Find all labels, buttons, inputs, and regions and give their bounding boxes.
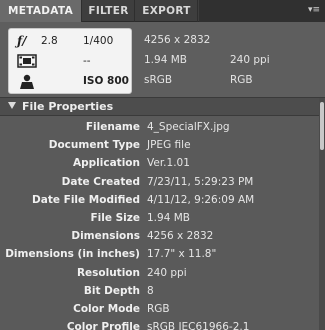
property-label: Resolution — [76, 266, 140, 279]
property-label: Document Type — [48, 139, 140, 152]
summary-color-profile: sRGB — [144, 74, 173, 86]
property-value[interactable]: 4256 x 2832 — [147, 230, 213, 242]
aperture-value: 2.8 — [41, 35, 58, 47]
property-value[interactable]: RGB — [147, 303, 170, 315]
property-value[interactable]: 4_SpecialFX.jpg — [147, 121, 230, 133]
disclosure-triangle-icon[interactable] — [8, 102, 16, 109]
property-row: Date File Modified 4/11/12, 9:26:09 AM — [0, 193, 319, 211]
metadata-summary: ƒ/ 2.8 1/400 -- ISO 800 4256 x 2832 1.94… — [0, 22, 325, 98]
panel-tab-bar: METADATA FILTER EXPORT ▾≡ — [0, 0, 325, 22]
tab-metadata[interactable]: METADATA — [0, 0, 82, 22]
property-row: Color Mode RGB — [0, 302, 319, 320]
exposure-comp-value: -- — [83, 55, 91, 67]
property-label: Dimensions — [71, 230, 140, 243]
panel-menu-icon[interactable]: ▾≡ — [307, 4, 321, 16]
file-properties-list: Filename 4_SpecialFX.jpg Document Type JPEG… — [0, 117, 319, 330]
property-row: Filename 4_SpecialFX.jpg — [0, 120, 319, 138]
summary-resolution: 240 ppi — [230, 54, 270, 66]
camera-data-box: ƒ/ 2.8 1/400 -- ISO 800 — [8, 28, 132, 94]
property-value[interactable]: JPEG file — [147, 139, 191, 151]
property-label: Filename — [85, 121, 140, 133]
summary-file-size: 1.94 MB — [144, 54, 187, 66]
property-row: Date Created 7/23/11, 5:29:23 PM — [0, 175, 319, 193]
file-summary-box: 4256 x 2832 1.94 MB sRGB 240 ppi RGB — [136, 28, 318, 94]
property-label: Bit Depth — [83, 284, 140, 297]
property-row: Application Ver.1.01 — [0, 156, 319, 174]
aperture-icon: ƒ/ — [17, 34, 27, 48]
property-value[interactable]: 240 ppi — [147, 267, 187, 279]
white-balance-icon — [17, 74, 37, 90]
property-row: Resolution 240 ppi — [0, 266, 319, 284]
file-properties-header[interactable]: File Properties — [0, 98, 319, 116]
tab-export[interactable]: EXPORT — [136, 0, 198, 22]
property-value[interactable]: 1.94 MB — [147, 212, 190, 224]
scrollbar[interactable] — [319, 98, 325, 330]
property-value[interactable]: 7/23/11, 5:29:23 PM — [147, 176, 253, 188]
property-row: Dimensions (in inches) 17.7" x 11.8" — [0, 247, 319, 265]
aperture-shutter-row: ƒ/ 2.8 1/400 — [15, 33, 129, 51]
property-value[interactable]: 17.7" x 11.8" — [147, 248, 216, 260]
property-label: Application — [73, 157, 140, 170]
iso-value: ISO 800 — [83, 75, 129, 87]
property-row: Document Type JPEG file — [0, 138, 319, 156]
property-value[interactable]: sRGB IEC61966-2.1 — [147, 321, 249, 330]
scrollbar-thumb[interactable] — [320, 102, 324, 150]
property-row: File Size 1.94 MB — [0, 211, 319, 229]
summary-dimensions: 4256 x 2832 — [144, 34, 211, 46]
summary-color-mode: RGB — [230, 74, 253, 86]
property-row: Color Profile sRGB IEC61966-2.1 — [0, 320, 319, 330]
property-value[interactable]: 4/11/12, 9:26:09 AM — [147, 194, 254, 206]
section-label: File Properties — [22, 100, 114, 113]
metering-row: -- — [15, 53, 129, 71]
property-label: Date File Modified — [32, 193, 140, 206]
property-label: File Size — [90, 212, 140, 224]
property-label: Date Created — [61, 175, 140, 188]
property-label: Color Mode — [73, 303, 140, 315]
iso-row: ISO 800 — [15, 73, 129, 91]
property-label: Color Profile — [66, 321, 140, 330]
property-value[interactable]: Ver.1.01 — [147, 157, 190, 169]
property-row: Dimensions 4256 x 2832 — [0, 229, 319, 247]
property-row: Bit Depth 8 — [0, 284, 319, 302]
tab-filter[interactable]: FILTER — [83, 0, 135, 22]
metering-mode-icon — [17, 54, 37, 70]
shutter-value: 1/400 — [83, 35, 114, 47]
property-value[interactable]: 8 — [147, 285, 154, 297]
property-label: Dimensions (in inches) — [5, 248, 140, 261]
